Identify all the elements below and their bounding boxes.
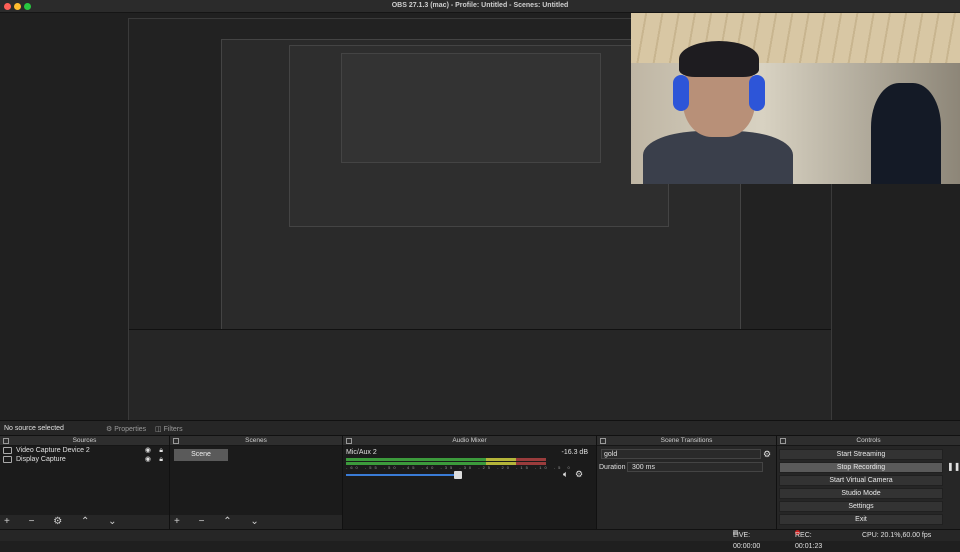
sources-title: Sources xyxy=(72,437,97,444)
filters-label: Filters xyxy=(163,426,183,433)
meter-scale: -60 -55 -50 -45 -40 -35 -30 -25 -20 -15 … xyxy=(346,465,573,470)
duration-input[interactable]: 300 ms xyxy=(627,462,763,472)
lock-icon[interactable]: 🔒︎ xyxy=(159,446,163,455)
filters-button[interactable]: ◫ Filters xyxy=(155,425,183,433)
studio-mode-button[interactable]: Studio Mode xyxy=(779,488,943,499)
audio-mixer-dock: Audio Mixer Mic/Aux 2 -16.3 dB -60 -55 -… xyxy=(343,436,597,529)
gear-icon[interactable]: ⚙ xyxy=(575,469,583,480)
no-source-label: No source selected xyxy=(4,425,64,432)
dock-float-icon[interactable] xyxy=(173,438,179,444)
dock-float-icon[interactable] xyxy=(600,438,606,444)
scenes-dock: Scenes Scene + − ⌃ ⌄ xyxy=(170,436,343,529)
source-item[interactable]: Video Capture Device 2 ◉ 🔒︎ xyxy=(0,446,169,455)
duration-label: Duration xyxy=(599,464,626,471)
mixer-title: Audio Mixer xyxy=(452,437,487,444)
transitions-body: gold ⚙ Duration 300 ms xyxy=(597,446,776,529)
controls-body: Start Streaming Stop Recording ❚❚ Start … xyxy=(777,446,960,529)
controls-dock: Controls Start Streaming Stop Recording … xyxy=(777,436,960,529)
scenes-title: Scenes xyxy=(245,437,267,444)
transition-select[interactable]: gold xyxy=(601,449,761,459)
sources-list[interactable]: Video Capture Device 2 ◉ 🔒︎ Display Captur… xyxy=(0,446,169,515)
source-item[interactable]: Display Capture ◉ 🔒︎ xyxy=(0,455,169,464)
gear-icon[interactable]: ⚙ xyxy=(763,449,771,460)
headphone-left-icon xyxy=(673,75,689,111)
mixer-channel-label: Mic/Aux 2 xyxy=(346,449,377,456)
settings-button[interactable]: Settings xyxy=(779,501,943,512)
speaker-icon[interactable]: 🔈︎ xyxy=(563,469,568,480)
properties-button[interactable]: ⚙ Properties xyxy=(106,425,146,433)
transitions-header: Scene Transitions xyxy=(597,436,776,446)
camera-icon xyxy=(3,447,12,454)
headphone-right-icon xyxy=(749,75,765,111)
dock-float-icon[interactable] xyxy=(780,438,786,444)
status-bar: LIVE: 00:00:00 REC: 00:01:23 CPU: 20.1%,… xyxy=(0,529,960,550)
nested-capture-3 xyxy=(341,53,601,163)
cpu-status: CPU: 20.1%,60.00 fps xyxy=(862,532,932,539)
controls-header: Controls xyxy=(777,436,960,446)
source-label: Video Capture Device 2 xyxy=(16,447,90,454)
monitor-icon xyxy=(3,456,12,463)
background-object xyxy=(871,83,941,184)
mixer-header: Audio Mixer xyxy=(343,436,596,446)
dock-float-icon[interactable] xyxy=(3,438,9,444)
source-toolbar: No source selected ⚙ Properties ◫ Filter… xyxy=(0,420,960,436)
volume-slider[interactable] xyxy=(346,474,454,476)
title-bar: OBS 27.1.3 (mac) - Profile: Untitled - S… xyxy=(0,0,960,13)
lock-icon[interactable]: 🔒︎ xyxy=(159,455,163,464)
transitions-title: Scene Transitions xyxy=(660,437,713,444)
start-virtual-camera-button[interactable]: Start Virtual Camera xyxy=(779,475,943,486)
scenes-header: Scenes xyxy=(170,436,342,446)
rec-time: REC: 00:01:23 xyxy=(795,532,823,550)
exit-button[interactable]: Exit xyxy=(779,514,943,525)
live-time: LIVE: 00:00:00 xyxy=(733,532,761,550)
scene-item[interactable]: Scene xyxy=(174,449,228,461)
stop-recording-button[interactable]: Stop Recording xyxy=(779,462,943,473)
nested-docks xyxy=(129,329,831,420)
dock-float-icon[interactable] xyxy=(346,438,352,444)
scenes-toolbar[interactable]: + − ⌃ ⌄ xyxy=(170,515,342,529)
mixer-db-level: -16.3 dB xyxy=(561,449,588,456)
preview-area[interactable] xyxy=(0,13,960,420)
scene-transitions-dock: Scene Transitions gold ⚙ Duration 300 ms xyxy=(597,436,777,529)
source-label: Display Capture xyxy=(16,456,66,463)
controls-title: Controls xyxy=(856,437,881,444)
mixer-body: Mic/Aux 2 -16.3 dB -60 -55 -50 -45 -40 -… xyxy=(343,446,596,529)
sources-header: Sources xyxy=(0,436,169,446)
audio-meter-left xyxy=(346,458,546,461)
properties-label: Properties xyxy=(114,426,147,433)
person-hair xyxy=(679,41,759,77)
volume-slider-knob[interactable] xyxy=(453,471,462,479)
sources-toolbar[interactable]: + − ⚙ ⌃ ⌄ xyxy=(0,515,169,529)
sources-dock: Sources Video Capture Device 2 ◉ 🔒︎ Displa… xyxy=(0,436,170,529)
webcam-feed xyxy=(631,13,960,184)
scenes-list[interactable]: Scene xyxy=(170,446,342,515)
eye-icon[interactable]: ◉ xyxy=(145,455,151,464)
eye-icon[interactable]: ◉ xyxy=(145,446,151,455)
pause-icon[interactable]: ❚❚ xyxy=(947,462,960,471)
person-shirt xyxy=(643,131,793,184)
start-streaming-button[interactable]: Start Streaming xyxy=(779,449,943,460)
window-title: OBS 27.1.3 (mac) - Profile: Untitled - S… xyxy=(391,2,569,9)
